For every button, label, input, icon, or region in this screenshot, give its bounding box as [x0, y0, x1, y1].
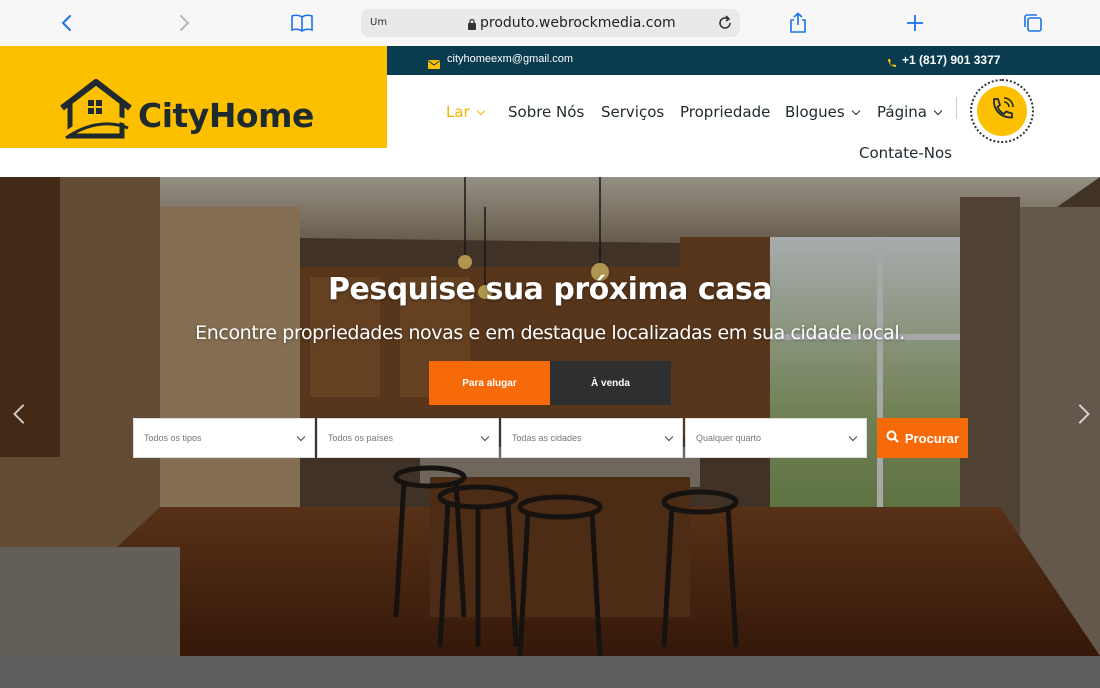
chevron-left-icon[interactable] [54, 10, 80, 36]
select-value: Todos os tipos [144, 433, 202, 443]
country-select[interactable]: Todos os países [317, 418, 499, 458]
search-icon [886, 430, 899, 446]
nav-item-propriedade[interactable]: Propriedade [680, 103, 770, 121]
select-value: Todas as cidades [512, 433, 582, 443]
nav-item-label: Lar [446, 103, 470, 121]
room-select[interactable]: Qualquer quarto [685, 418, 867, 458]
chevron-down-icon [851, 106, 860, 115]
lock-icon [467, 17, 477, 35]
url-text: produto.webrockmedia.com [480, 15, 676, 31]
share-icon[interactable] [785, 10, 811, 36]
call-button[interactable] [970, 79, 1034, 143]
nav-item-pagina[interactable]: Página [877, 103, 943, 121]
nav-item-label: Página [877, 103, 927, 121]
select-value: Todos os países [328, 433, 394, 443]
chevron-down-icon [848, 432, 858, 441]
hero-subtitle: Encontre propriedades novas e em destaqu… [195, 322, 905, 344]
nav-item-servicos[interactable]: Serviços [601, 103, 664, 121]
type-select[interactable]: Todos os tipos [133, 418, 315, 458]
chevron-down-icon [933, 106, 943, 115]
phone-icon [887, 55, 896, 73]
address-prefix: Um [370, 17, 388, 28]
main-nav: Lar Sobre Nós Serviços Propriedade Blogu… [387, 75, 1100, 177]
envelope-icon [428, 56, 440, 74]
address-bar[interactable]: Um produto.webrockmedia.com [361, 9, 740, 37]
nav-item-label: Propriedade [680, 103, 771, 121]
select-value: Qualquer quarto [696, 433, 762, 443]
search-button[interactable]: Procurar [877, 418, 968, 458]
nav-item-lar[interactable]: Lar [446, 103, 485, 121]
logo-area[interactable]: CityHome [0, 46, 387, 148]
hero-section: Pesquise sua próxima casa Encontre propr… [0, 177, 1100, 656]
nav-item-label: Contate-Nos [859, 144, 952, 162]
contact-email[interactable]: cityhomeexm@gmail.com [447, 53, 573, 65]
logo-text: CityHome [138, 96, 314, 135]
nav-divider [956, 97, 957, 119]
hero-overlay [0, 177, 1100, 656]
next-section-strip [0, 656, 1100, 688]
phone-icon [987, 94, 1017, 129]
city-select[interactable]: Todas as cidades [501, 418, 683, 458]
chevron-right-icon[interactable] [171, 10, 197, 36]
nav-item-blogues[interactable]: Blogues [785, 103, 860, 121]
book-icon[interactable] [289, 10, 315, 36]
tab-for-sale[interactable]: À venda [550, 361, 671, 405]
contact-phone[interactable]: +1 (817) 901 3377 [902, 53, 1000, 67]
chevron-down-icon [664, 432, 674, 441]
nav-item-label: Blogues [785, 103, 845, 121]
reload-icon[interactable] [717, 15, 733, 36]
chevron-down-icon [296, 432, 306, 441]
tabs-icon[interactable] [1020, 10, 1046, 36]
search-button-label: Procurar [904, 430, 960, 446]
nav-item-sobre-nos[interactable]: Sobre Nós [508, 103, 584, 121]
plus-icon[interactable] [902, 10, 928, 36]
nav-item-label: Serviços [601, 103, 665, 121]
chevron-down-icon [480, 432, 490, 441]
nav-item-contate-nos[interactable]: Contate-Nos [859, 144, 952, 162]
nav-item-label: Sobre Nós [508, 103, 585, 121]
browser-toolbar: Um produto.webrockmedia.com [0, 0, 1100, 46]
chevron-down-icon [476, 106, 485, 115]
house-logo-icon [58, 78, 134, 147]
tab-for-rent[interactable]: Para alugar [429, 361, 550, 405]
hero-title: Pesquise sua próxima casa [328, 272, 772, 307]
contact-topbar: cityhomeexm@gmail.com +1 (817) 901 3377 [387, 46, 1100, 75]
